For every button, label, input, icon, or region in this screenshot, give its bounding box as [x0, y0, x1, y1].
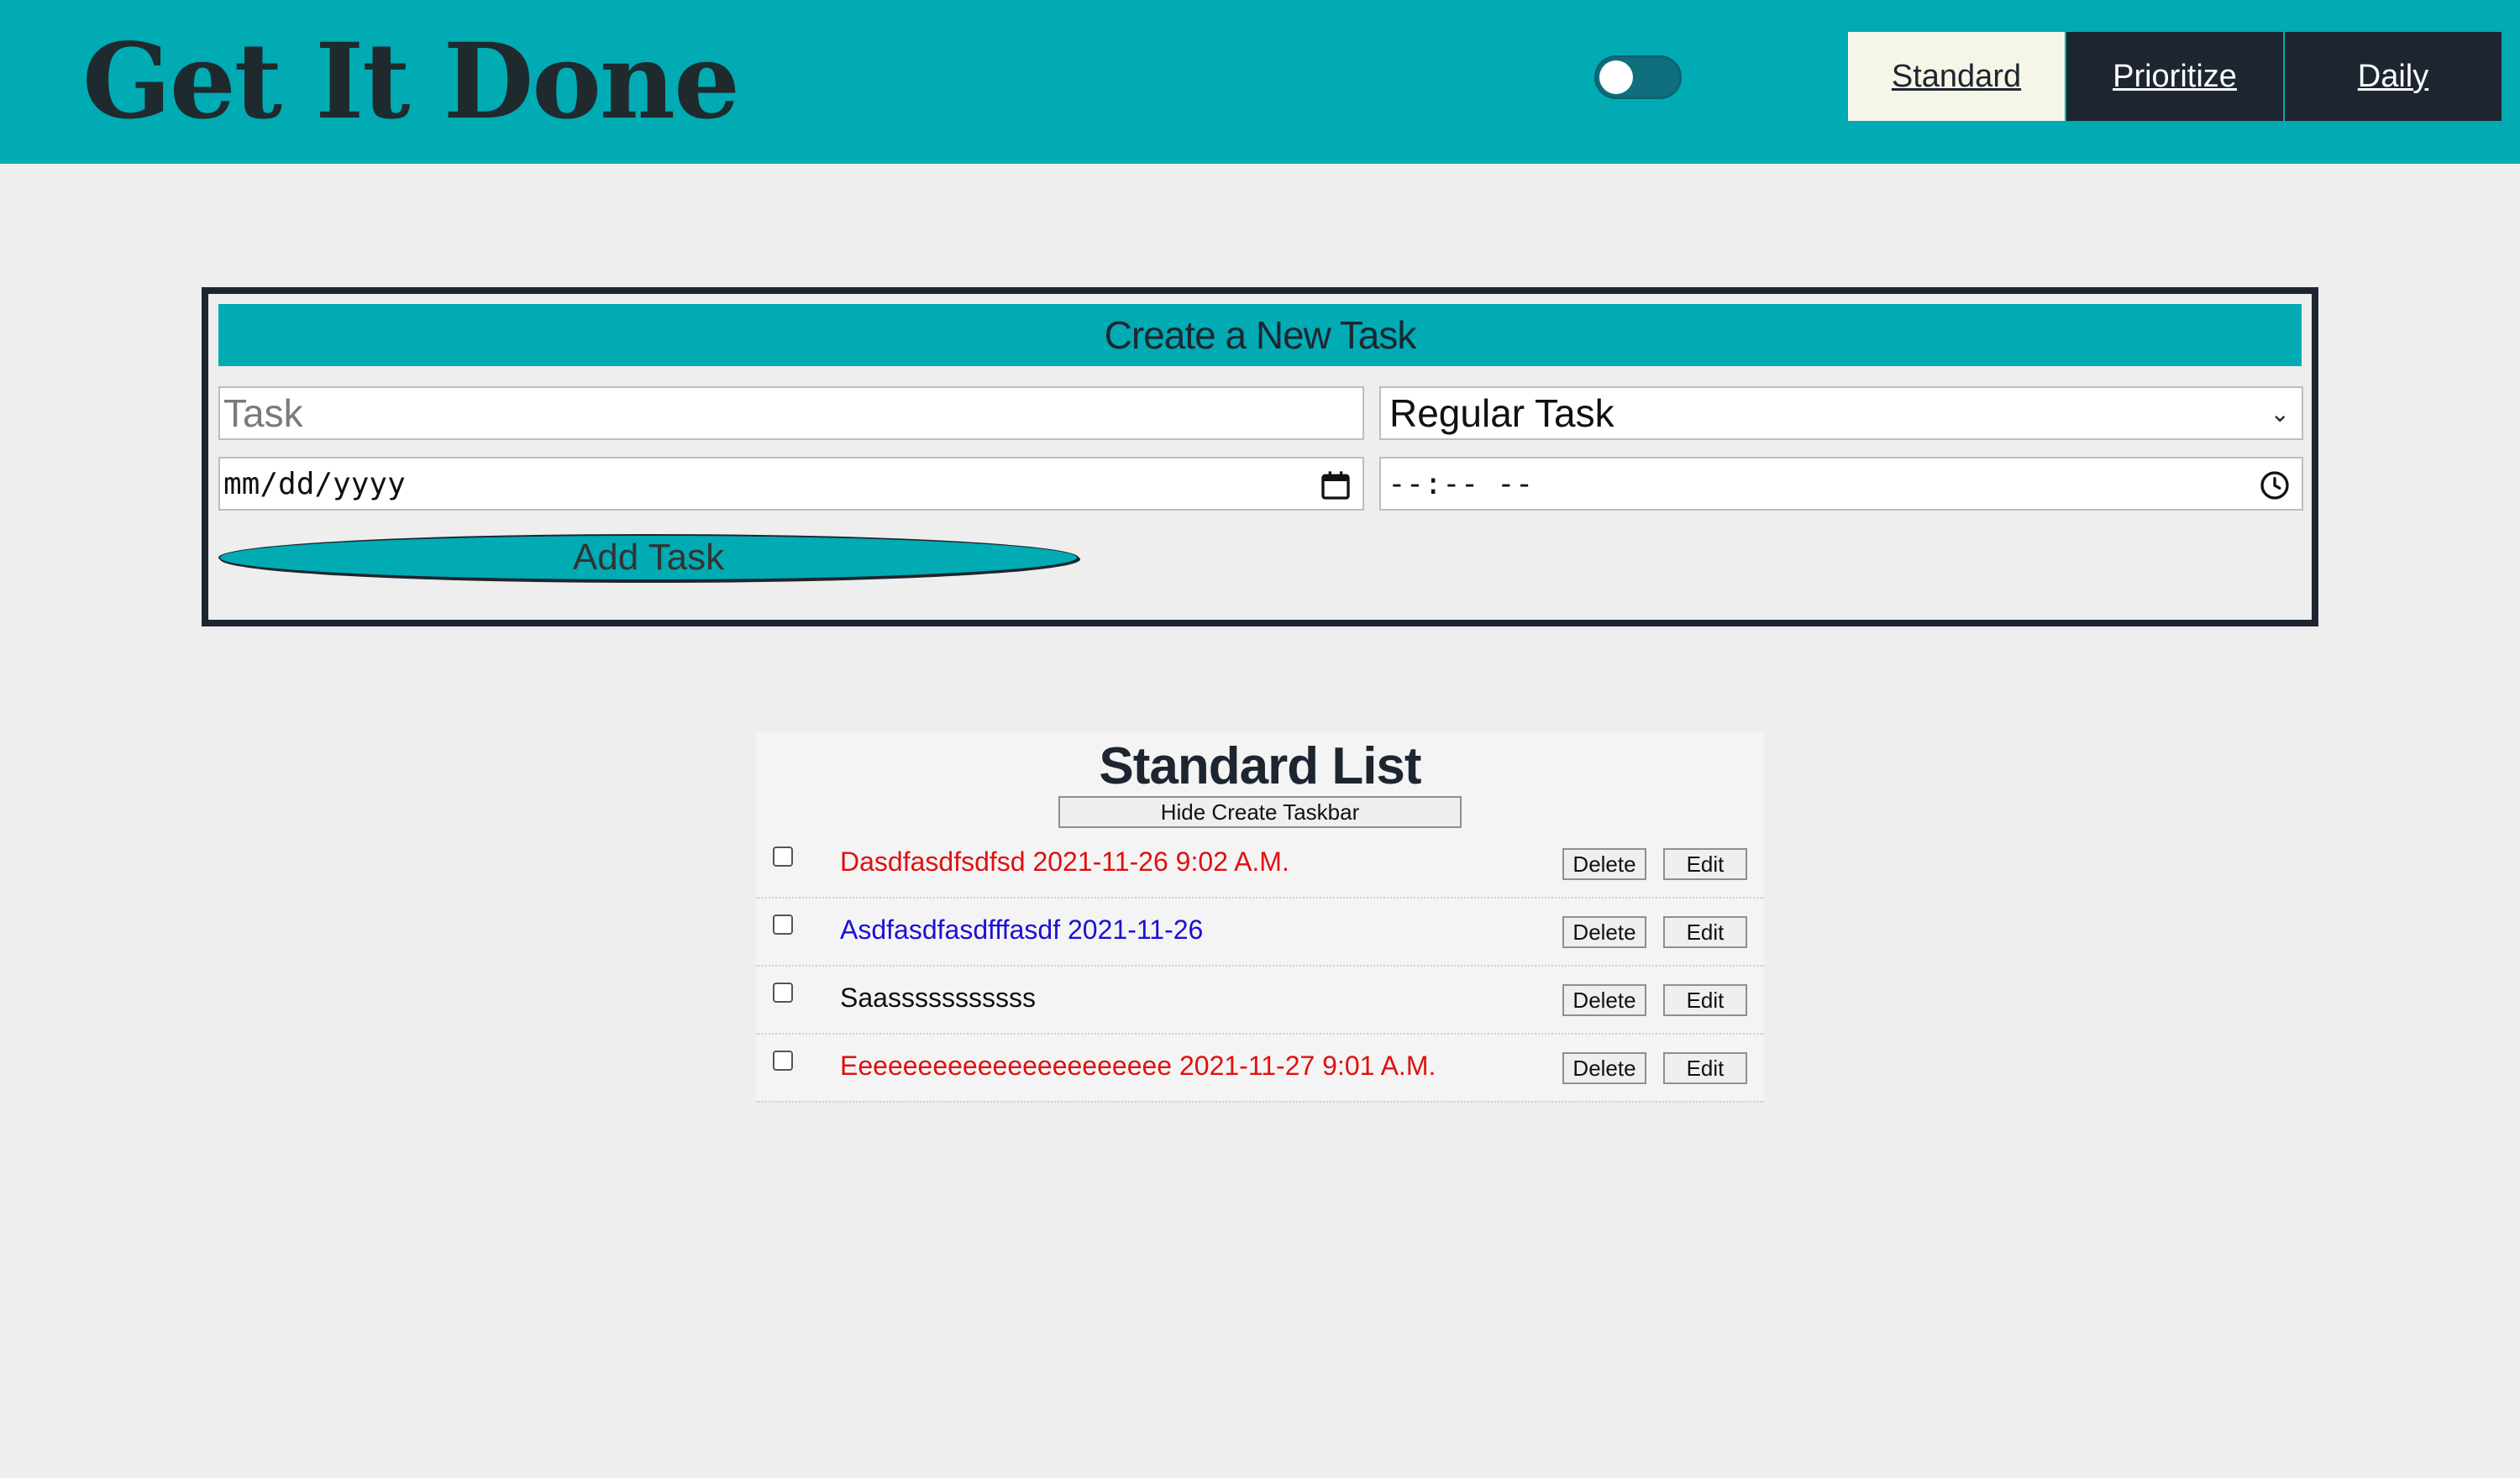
- create-task-title: Create a New Task: [218, 304, 2302, 366]
- task-text: Dasdfasdfsdfsd 2021-11-26 9:02 A.M.: [840, 846, 1289, 877]
- hide-create-taskbar-button[interactable]: Hide Create Taskbar: [1058, 796, 1462, 828]
- edit-button[interactable]: Edit: [1663, 916, 1747, 948]
- nav-tab-standard[interactable]: Standard: [1848, 32, 2065, 121]
- task-row: Dasdfasdfsdfsd 2021-11-26 9:02 A.M. Dele…: [756, 831, 1764, 899]
- app-header: Get It Done Standard Prioritize Daily: [0, 0, 2520, 164]
- clock-icon[interactable]: [2258, 469, 2292, 502]
- task-text: Saasssssssssss: [840, 983, 1036, 1013]
- standard-list: Standard List Hide Create Taskbar Dasdfa…: [756, 732, 1764, 1103]
- task-checkbox[interactable]: [773, 1051, 793, 1071]
- task-type-select[interactable]: Regular Task ⌄: [1379, 386, 2303, 440]
- task-text: Eeeeeeeeeeeeeeeeeeeeee 2021-11-27 9:01 A…: [840, 1051, 1436, 1081]
- theme-toggle[interactable]: [1594, 55, 1682, 99]
- edit-button[interactable]: Edit: [1663, 848, 1747, 880]
- chevron-down-icon: ⌄: [2270, 401, 2290, 427]
- list-title: Standard List: [1099, 737, 1421, 795]
- main-nav: Standard Prioritize Daily: [1848, 32, 2503, 121]
- date-field[interactable]: mm/dd/yyyy: [218, 457, 1364, 511]
- delete-button[interactable]: Delete: [1562, 916, 1646, 948]
- task-checkbox[interactable]: [773, 915, 793, 935]
- edit-button[interactable]: Edit: [1663, 984, 1747, 1016]
- delete-button[interactable]: Delete: [1562, 1052, 1646, 1084]
- edit-button[interactable]: Edit: [1663, 1052, 1747, 1084]
- task-checkbox[interactable]: [773, 846, 793, 867]
- delete-button[interactable]: Delete: [1562, 848, 1646, 880]
- calendar-icon[interactable]: [1319, 469, 1352, 502]
- time-field[interactable]: --:-- --: [1379, 457, 2303, 511]
- delete-button[interactable]: Delete: [1562, 984, 1646, 1016]
- date-placeholder: mm/dd/yyyy: [223, 466, 406, 501]
- task-text: Asdfasdfasdfffasdf 2021-11-26: [840, 915, 1204, 945]
- task-row: Eeeeeeeeeeeeeeeeeeeeee 2021-11-27 9:01 A…: [756, 1035, 1764, 1103]
- task-row: Saasssssssssss Delete Edit: [756, 967, 1764, 1035]
- task-row: Asdfasdfasdfffasdf 2021-11-26 Delete Edi…: [756, 899, 1764, 967]
- time-placeholder: --:-- --: [1388, 466, 1534, 501]
- task-checkbox[interactable]: [773, 983, 793, 1003]
- create-task-panel: Create a New Task Regular Task ⌄ mm/dd/y…: [202, 287, 2318, 626]
- nav-tab-prioritize[interactable]: Prioritize: [2066, 32, 2283, 121]
- task-type-value: Regular Task: [1389, 391, 1614, 435]
- nav-tab-daily[interactable]: Daily: [2285, 32, 2502, 121]
- task-input[interactable]: [218, 386, 1364, 440]
- add-task-button[interactable]: Add Task: [218, 534, 1079, 581]
- toggle-knob: [1599, 60, 1633, 94]
- app-title: Get It Done: [82, 21, 740, 143]
